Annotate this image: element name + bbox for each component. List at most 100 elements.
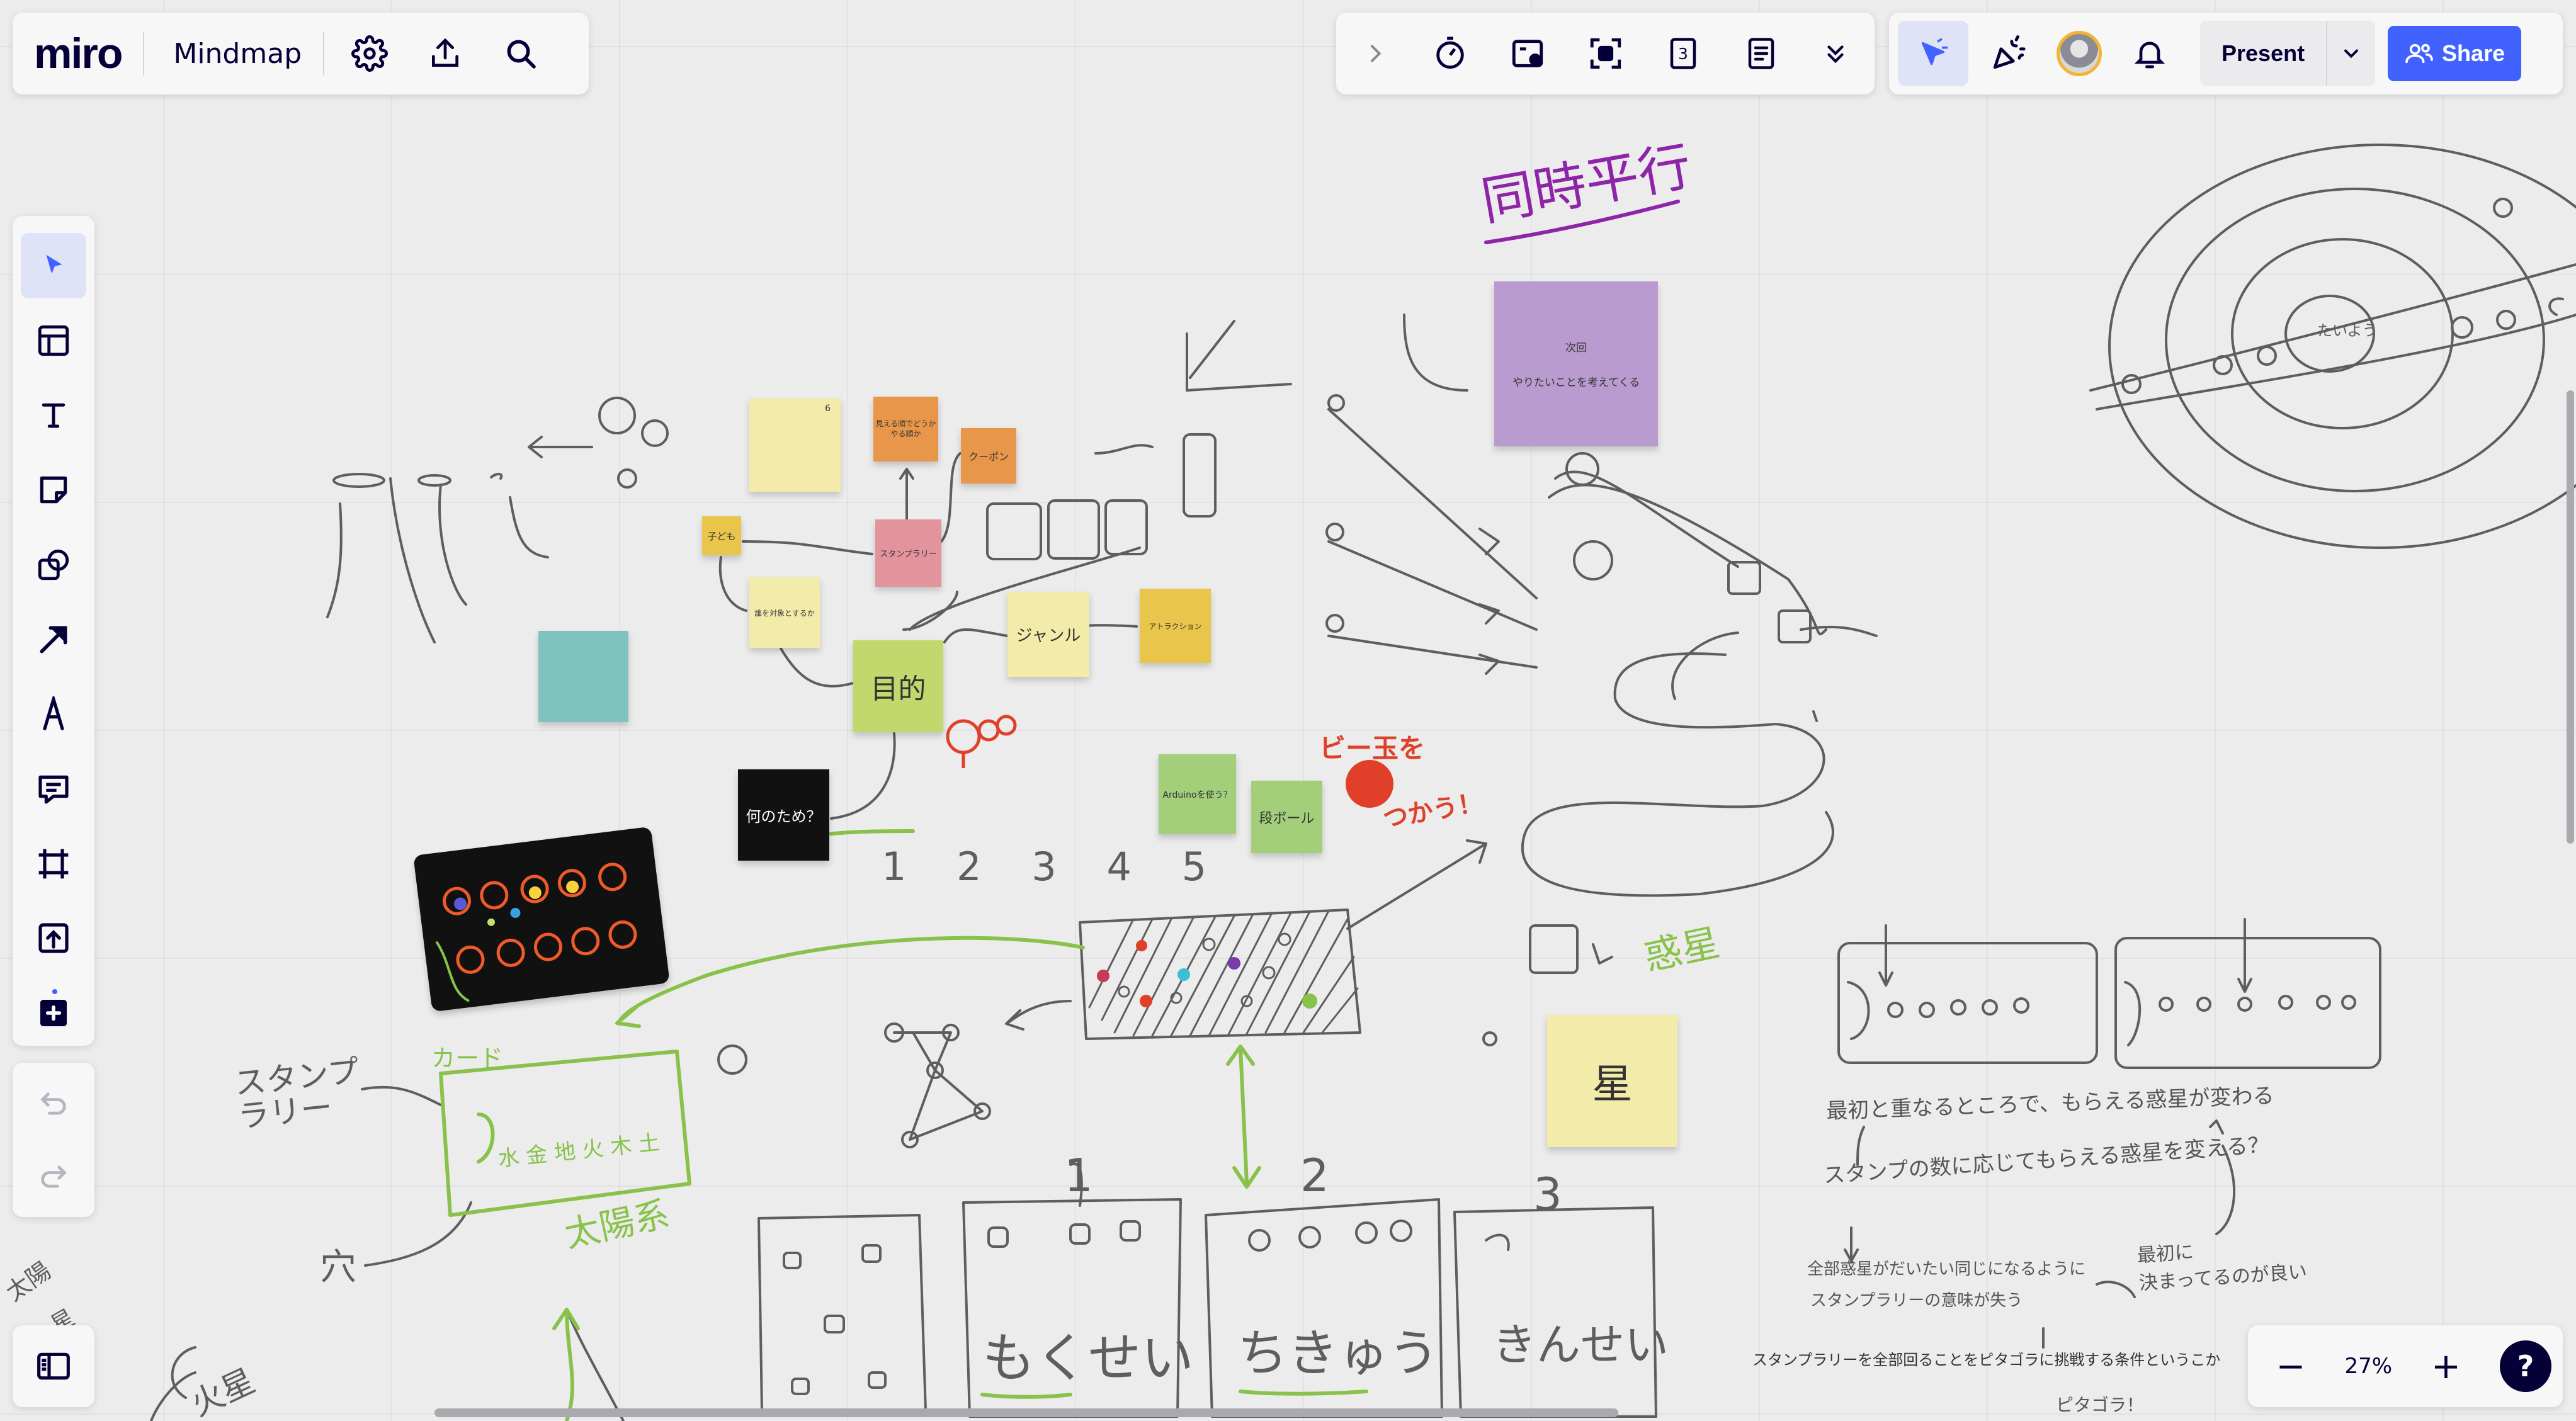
handwriting-numbers[interactable]: 1 2 3 4 5 — [882, 844, 1225, 890]
memo-line-6[interactable]: ピタゴラ！ — [2056, 1391, 2144, 1417]
pen-icon[interactable] — [21, 681, 86, 747]
notification-dot — [52, 989, 57, 995]
miro-logo[interactable]: miro — [34, 32, 123, 75]
handwriting-number-2[interactable]: 2 — [1300, 1149, 1329, 1202]
party-popper-icon[interactable] — [1973, 19, 2044, 88]
marble-board-sketch[interactable] — [413, 826, 670, 1012]
note-text: 子ども — [707, 530, 736, 542]
zoom-level[interactable]: 27% — [2344, 1354, 2392, 1379]
sticky-note-purpose[interactable]: 目的 — [853, 640, 943, 732]
zoom-controls: − 27% + ? — [2248, 1325, 2563, 1407]
memo-line-5[interactable]: 最初に 決まってるのが良い — [2136, 1228, 2308, 1295]
divider — [323, 31, 325, 76]
timer-number: 3 — [1678, 45, 1688, 63]
handwriting-hole[interactable]: 穴 — [320, 1237, 356, 1290]
handwriting-number-3[interactable]: 3 — [1533, 1168, 1562, 1221]
note-text: アトラクション — [1149, 621, 1202, 631]
handwriting-sun[interactable]: たいよう — [2317, 318, 2378, 340]
handwriting-kinsei[interactable]: きんせい — [1492, 1310, 1669, 1373]
comment-icon[interactable] — [21, 756, 86, 822]
help-button[interactable]: ? — [2499, 1340, 2551, 1392]
present-label: Present — [2221, 40, 2305, 66]
notes-icon[interactable] — [1727, 19, 1796, 88]
note-text: クーポン — [968, 451, 1009, 463]
note-text: ジャンル — [1016, 626, 1081, 645]
upload-icon[interactable] — [407, 16, 483, 91]
users-icon — [2405, 43, 2433, 64]
handwriting-marble[interactable]: ビー玉を — [1319, 727, 1425, 766]
share-button[interactable]: Share — [2388, 26, 2522, 81]
note-text-line2: やりたいことを考えてくる — [1512, 376, 1640, 389]
sticky-note-stamp-rally[interactable]: スタンプラリー — [875, 519, 941, 587]
redo-icon[interactable] — [21, 1146, 86, 1207]
frame-tool-icon[interactable] — [21, 831, 86, 897]
memo-line-4[interactable]: スタンプラリーの意味が失う — [1810, 1288, 2023, 1311]
board-text-bottom[interactable]: スタンプラリーを全部回ることをピタゴラに挑戦する条件というこか — [1752, 1349, 2244, 1371]
sticky-note-orange[interactable]: 見える順でどうか やる順か — [873, 397, 938, 461]
search-icon[interactable] — [483, 16, 559, 91]
focus-icon[interactable] — [1571, 19, 1640, 88]
present-button[interactable]: Present — [2200, 21, 2376, 86]
sticky-note-cardboard[interactable]: 段ボール — [1251, 781, 1322, 853]
zoom-in-button[interactable]: + — [2415, 1335, 2478, 1398]
text-icon[interactable] — [21, 382, 86, 448]
sticky-note-yellow-blank[interactable]: 6 — [749, 399, 841, 492]
horizontal-scrollbar[interactable] — [434, 1408, 1618, 1417]
chevron-down-icon[interactable] — [2327, 21, 2375, 86]
sticky-note-icon[interactable] — [21, 457, 86, 523]
note-text: 目的 — [870, 673, 926, 705]
sticky-note-arduino[interactable]: Arduinoを使う？ — [1159, 754, 1236, 834]
double-chevron-down-icon[interactable] — [1804, 19, 1867, 88]
frame-icon[interactable] — [1493, 19, 1562, 88]
handwriting-stamp-label[interactable]: スタンプ ラリー — [233, 1053, 364, 1135]
plus-square-icon[interactable] — [21, 980, 86, 1046]
note-text: 星 — [1592, 1062, 1633, 1108]
number-icon[interactable]: 3 — [1648, 19, 1718, 88]
sticky-note-why[interactable]: 何のため？ — [738, 769, 829, 861]
creation-toolbar — [13, 216, 94, 1046]
note-text: 段ボール — [1259, 810, 1315, 827]
note-text: スタンプラリー — [880, 550, 937, 559]
sidebar-icon — [37, 1352, 70, 1380]
sticky-note-coupon[interactable]: クーポン — [961, 428, 1016, 484]
handwriting-number-1[interactable]: 1 — [1064, 1149, 1093, 1202]
bell-icon[interactable] — [2114, 19, 2185, 88]
gear-icon[interactable] — [332, 16, 407, 91]
divider — [143, 31, 145, 76]
handwriting-chikyu[interactable]: ちきゅう — [1237, 1313, 1439, 1386]
history-toolbar — [13, 1063, 94, 1217]
cursor-mode-icon[interactable] — [1898, 21, 1968, 86]
memo-line-3[interactable]: 全部惑星がだいたい同じになるように — [1807, 1256, 2085, 1279]
sticky-note-kodomo[interactable]: 子ども — [702, 516, 741, 555]
note-marker: 6 — [825, 404, 831, 414]
handwriting-mokusei[interactable]: もくせい — [982, 1316, 1194, 1392]
board-header: miro Mindmap — [13, 13, 589, 94]
templates-icon[interactable] — [21, 308, 86, 373]
board-list-button[interactable] — [13, 1325, 94, 1407]
board-name[interactable]: Mindmap — [173, 38, 302, 70]
vertical-scrollbar[interactable] — [2567, 390, 2574, 844]
undo-icon[interactable] — [21, 1073, 86, 1134]
sticky-note-purple[interactable]: 次回 やりたいことを考えてくる — [1494, 281, 1658, 446]
red-doodle — [946, 715, 1017, 768]
sticky-note-genre[interactable]: ジャンル — [1007, 592, 1089, 677]
sticky-note-star[interactable]: 星 — [1547, 1015, 1677, 1147]
board-drawings — [150, 144, 2576, 1421]
marble-holes-drawing — [435, 863, 637, 1002]
timer-icon[interactable] — [1416, 19, 1485, 88]
arrow-icon[interactable] — [21, 607, 86, 672]
sticky-note-target[interactable]: 誰を対象とするか — [749, 577, 820, 648]
sticky-note-attraction[interactable]: アトラクション — [1140, 589, 1211, 663]
note-text: Arduinoを使う？ — [1162, 790, 1232, 800]
shapes-icon[interactable] — [21, 532, 86, 597]
note-text: 何のため？ — [746, 808, 822, 825]
zoom-out-button[interactable]: − — [2259, 1335, 2322, 1398]
avatar-icon[interactable] — [2044, 19, 2114, 88]
upload-tool-icon[interactable] — [21, 906, 86, 971]
board-marbles — [1097, 932, 1317, 1009]
sticky-note-teal[interactable] — [538, 631, 628, 722]
note-text: 見える順でどうか やる順か — [875, 419, 936, 438]
pointer-icon[interactable] — [21, 233, 86, 298]
chevron-right-icon[interactable] — [1344, 19, 1407, 88]
handwriting-card[interactable]: カード — [431, 1039, 503, 1073]
